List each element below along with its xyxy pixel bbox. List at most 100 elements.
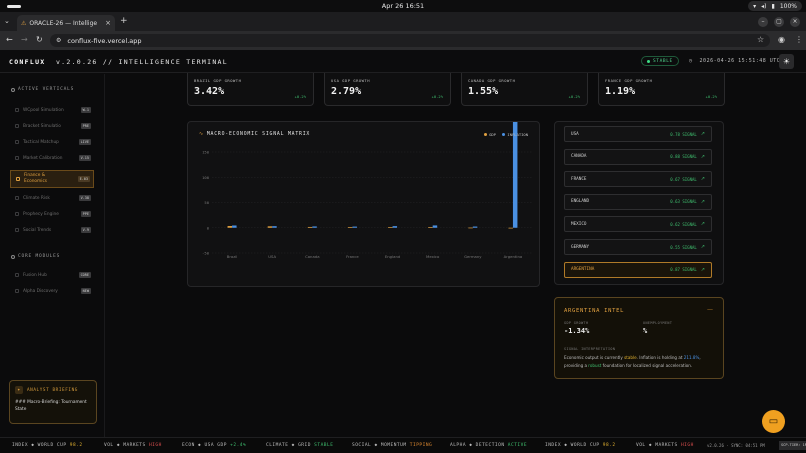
chart-bar [512,122,518,228]
browser-tab[interactable]: ⚠ ORACLE-26 — Intellige × [17,15,115,31]
back-icon[interactable]: ← [6,35,13,44]
interp-part: . Inflation is holding at [636,355,684,360]
ticker-key: ECON ◆ USA GDP [182,443,227,448]
sidebar-module[interactable]: Fusion Hub CORE [10,269,94,281]
stat-label: CANADA GDP GROWTH [468,78,516,83]
stat-delta: +0.2% [294,94,306,99]
active-verticals-heading: ACTIVE VERTICALS [11,87,74,92]
sidebar-item-badge: V-9 [80,227,91,233]
signal-row[interactable]: FRANCE 0.67 SIGNAL ↗ [564,171,712,188]
close-window-icon[interactable]: × [790,17,800,27]
signal-row[interactable]: ARGENTINA 0.87 SIGNAL ↗ [564,261,712,278]
sidebar-item[interactable]: Social Trends V-9 [10,224,94,236]
sidebar-item[interactable]: Market Calibration V-15 [10,152,94,164]
sidebar-module[interactable]: Alpha Discovery NEW [10,285,94,297]
forward-icon[interactable]: → [21,35,28,44]
gdp-stat-card: CANADA GDP GROWTH 1.55% +0.2% [461,73,588,106]
chart-bar [508,227,513,229]
browser-menu-icon[interactable]: ⋮ [795,35,803,44]
signal-matrix-panel: 150 100 50 0 -50 Brazil USA Canada France England… [187,121,540,287]
sidebar-item[interactable]: Finance & Economics E-03 [10,170,94,188]
signal-value: 0.67 SIGNAL [670,176,697,182]
core-modules-label: CORE MODULES [18,254,61,259]
interpretation-text: Economic output is currently stable. Inf… [564,354,716,370]
chat-bubble-icon: ▭ [768,416,779,427]
stat-label: BRAZIL GDP GROWTH [194,78,242,83]
signal-row[interactable]: GERMANY 0.55 SIGNAL ↗ [564,239,712,255]
analyst-briefing-card[interactable]: ✦ ANALYST BRIEFING ### Macro-Briefing: T… [9,380,97,424]
unemployment-value: % [643,327,648,335]
sidebar-item-label: Market Calibration [23,155,63,161]
chart-bar [352,226,357,228]
site-settings-icon[interactable]: ⚙ [56,37,61,44]
ticker-key: INDEX ◆ WORLD CUP [545,443,600,448]
ticker-item: VOL ◆ MARKETS HIGH [104,443,162,448]
close-tab-icon[interactable]: × [105,19,111,27]
chart-bar [307,226,313,228]
signal-country: CANADA [571,154,587,160]
signal-row[interactable]: ENGLAND 0.63 SIGNAL ↗ [564,193,712,210]
ticker-value: STABLE [314,443,334,448]
address-bar[interactable]: ⚙ conflux-five.vercel.app [50,34,770,47]
signal-row[interactable]: CANADA 0.88 SIGNAL ↗ [564,148,712,165]
ticker-key: VOL ◆ MARKETS [104,443,146,448]
ticker-item: SOCIAL ◆ MOMENTUM TIPPING [352,443,432,448]
ticker-value: 98.2 [69,443,83,448]
profile-icon[interactable]: ◉ [778,35,785,44]
arrow-up-right-icon: ↗ [700,266,705,273]
vertical-icon [16,177,20,181]
ticker-item: INDEX ◆ WORLD CUP 98.2 [545,443,616,448]
active-verticals-label: ACTIVE VERTICALS [18,87,75,92]
theme-toggle-button[interactable]: ☀ [779,54,794,69]
gdp-growth-label: GDP GROWTH [564,321,589,325]
battery-icon: ▮ [771,2,775,10]
volume-icon: ◂) [761,2,767,10]
reload-icon[interactable]: ↻ [36,35,43,44]
sidebar-item[interactable]: Climate Risk V-38 [10,192,94,204]
ticker-value: ACTIVE [507,443,528,448]
chart-bar [267,226,273,228]
signal-row[interactable]: MEXICO 0.62 SIGNAL ↗ [564,216,712,233]
sidebar-item[interactable]: Prophecy Engine PPE [10,208,94,220]
sidebar: ACTIVE VERTICALS WCpool Simulation W-1 Bra… [0,74,105,437]
url-text: conflux-five.vercel.app [67,36,142,45]
sidebar-item[interactable]: Bracket Simulatio PRE [10,120,94,132]
minimize-icon[interactable]: – [758,17,768,27]
intel-title: ARGENTINA INTEL [564,308,625,314]
interp-highlight: stable [624,355,637,360]
chat-button[interactable]: ▭ [762,410,785,433]
signal-country: ENGLAND [571,199,590,205]
brand-version: v.2.0.26 // INTELLIGENCE TERMINAL [55,58,228,66]
sidebar-item-badge: E-03 [77,176,90,182]
ticker-key: CLIMATE ◆ GRID [266,443,311,448]
collapse-icon[interactable]: — [707,306,713,313]
system-tray[interactable]: ▾ ◂) ▮ 100% [748,1,802,11]
signal-row[interactable]: USA 0.78 SIGNAL ↗ [564,126,712,142]
sidebar-item[interactable]: Tactical Matchup LIVE [10,136,94,148]
chart-title-text: MACRO-ECONOMIC SIGNAL MATRIX [206,132,311,137]
timestamp-text: 2026-04-26 15:51:48 UTC [699,58,781,64]
gdp-stat-card: USA GDP GROWTH 2.79% +0.2% [324,73,451,106]
bookmark-star-icon[interactable]: ☆ [757,35,764,44]
briefing-header: ✦ ANALYST BRIEFING [15,386,91,394]
ticker-key: SOCIAL ◆ MOMENTUM [352,443,407,448]
core-modules-heading: CORE MODULES [11,254,60,259]
legend-inflation: INFLATION [501,132,528,137]
vertical-icon [15,228,19,232]
vertical-icon [15,140,19,144]
section-dot-icon [11,254,15,259]
briefing-title: ANALYST BRIEFING [27,387,78,393]
y-tick-label: 0 [207,225,210,230]
interp-part: Economic output is currently [564,355,625,360]
chart-bar [428,227,433,228]
arrow-up-right-icon: ↗ [700,153,705,160]
new-tab-icon[interactable]: + [120,16,128,26]
ticker-item: ECON ◆ USA GDP +2.4% [182,443,246,448]
maximize-icon[interactable]: ▢ [774,17,784,27]
tab-search-icon[interactable]: ⌄ [4,17,10,25]
signal-value: 0.87 SIGNAL [670,267,697,273]
country-signal-list: USA 0.78 SIGNAL ↗ CANADA 0.88 SIGNAL ↗ FRANCE 0… [554,121,724,285]
signal-country: GERMANY [571,244,590,250]
y-tick-label: -50 [202,251,210,256]
sidebar-item[interactable]: WCpool Simulation W-1 [10,104,94,116]
